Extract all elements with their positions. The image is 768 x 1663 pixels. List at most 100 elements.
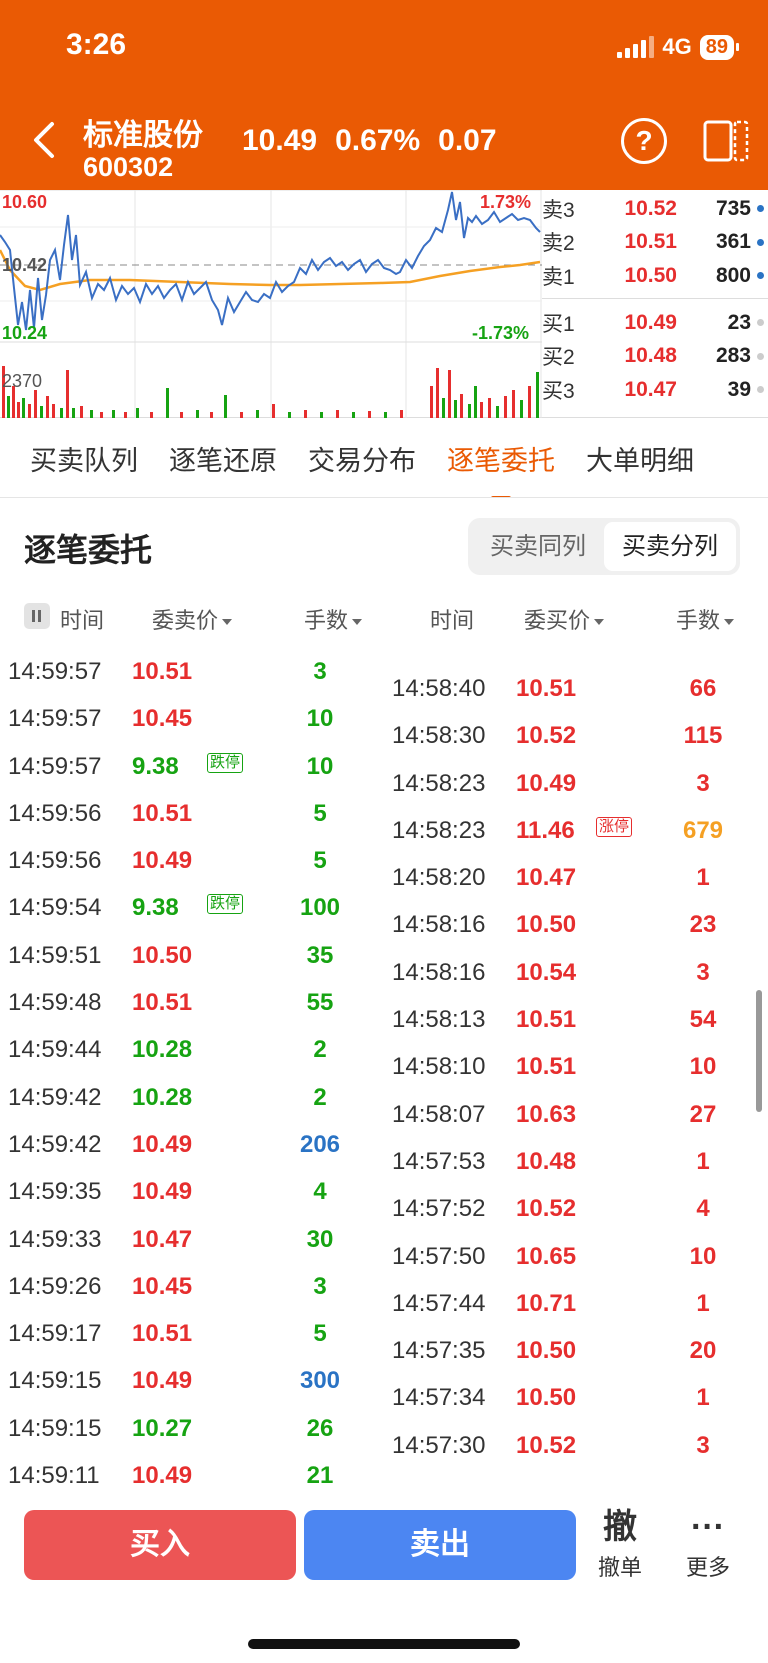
order-qty: 66 (689, 675, 717, 702)
order-row[interactable]: 14:59:54 9.38 跌停 100 (0, 884, 370, 931)
order-price: 10.51 (132, 658, 193, 685)
order-row[interactable]: 14:59:35 10.49 4 (0, 1168, 370, 1215)
ask-label: 卖3 (542, 198, 575, 222)
chart-low-pct: -1.73% (472, 323, 530, 343)
order-row[interactable]: 14:57:44 10.71 1 (388, 1280, 768, 1327)
buy-order-list[interactable]: 14:58:40 10.51 66 14:58:30 10.52 115 14:58:23 1… (388, 633, 768, 1494)
order-row[interactable]: 14:59:15 10.27 26 (0, 1405, 370, 1452)
order-time: 14:59:11 (8, 1462, 100, 1490)
help-icon[interactable]: ? (621, 118, 667, 164)
order-row[interactable]: 14:59:57 9.38 跌停 10 (0, 743, 370, 790)
tab-tick-orders[interactable]: 逐笔委托 (447, 439, 555, 497)
col-sell-qty-label: 手数 (304, 608, 349, 633)
tab-large-orders[interactable]: 大单明细 (586, 439, 694, 478)
sort-caret-icon (222, 619, 233, 626)
col-buy-price[interactable]: 委买价 (524, 603, 605, 635)
col-sell-price[interactable]: 委卖价 (152, 603, 233, 635)
order-row[interactable]: 14:57:35 10.50 20 (388, 1327, 768, 1374)
order-row[interactable]: 14:59:44 10.28 2 (0, 1026, 370, 1073)
network-type: 4G (662, 34, 692, 59)
bid-row: 买3 10.47 39 (542, 373, 768, 407)
tab-order-queue[interactable]: 买卖队列 (30, 439, 138, 478)
col-buy-qty[interactable]: 手数 (676, 603, 735, 635)
order-row[interactable]: 14:58:23 11.46 涨停 679 (388, 807, 768, 854)
order-row[interactable]: 14:59:15 10.49 300 (0, 1357, 370, 1404)
order-time: 14:59:56 (8, 799, 102, 827)
order-row[interactable]: 14:59:56 10.49 5 (0, 837, 370, 884)
order-row[interactable]: 14:57:52 10.52 4 (388, 1185, 768, 1232)
order-row[interactable]: 14:59:57 10.51 3 (0, 648, 370, 695)
order-row[interactable]: 14:59:48 10.51 55 (0, 979, 370, 1026)
order-row[interactable]: 14:59:33 10.47 30 (0, 1216, 370, 1263)
cancel-order-action[interactable]: 撤 撤单 (585, 1504, 655, 1582)
order-row[interactable]: 14:59:42 10.28 2 (0, 1074, 370, 1121)
order-book-divider (542, 298, 768, 299)
order-row[interactable]: 14:58:16 10.50 23 (388, 901, 768, 948)
order-qty: 4 (696, 1195, 710, 1223)
status-time: 3:26 (66, 28, 127, 61)
order-time: 14:59:17 (8, 1320, 102, 1348)
order-qty: 206 (299, 1130, 341, 1158)
order-time: 14:58:10 (392, 1053, 486, 1081)
order-row[interactable]: 14:58:20 10.47 1 (388, 854, 768, 901)
order-row[interactable]: 14:58:07 10.63 27 (388, 1091, 768, 1138)
sell-button[interactable]: 卖出 (304, 1510, 576, 1580)
buy-button[interactable]: 买入 (24, 1510, 296, 1580)
order-qty: 27 (689, 1100, 717, 1128)
sell-order-list[interactable]: 14:59:57 10.51 3 14:59:57 10.45 10 14:59:57 9.3… (0, 648, 370, 1494)
limit-flag-badge: 跌停 (207, 894, 244, 915)
order-row[interactable]: 14:58:23 10.49 3 (388, 760, 768, 807)
order-row[interactable]: 14:57:34 10.50 1 (388, 1374, 768, 1421)
order-price: 10.51 (516, 675, 577, 702)
order-row[interactable]: 14:59:42 10.49 206 (0, 1121, 370, 1168)
ask-row: 卖2 10.51 361 (542, 226, 768, 260)
order-row[interactable]: 14:57:30 10.52 3 (388, 1422, 768, 1469)
bid-qty: 23 (727, 310, 751, 334)
order-row[interactable]: 14:58:40 10.51 66 (388, 665, 768, 712)
order-qty: 1 (696, 1384, 710, 1412)
mode-combined-button[interactable]: 买卖同列 (472, 522, 604, 571)
order-time: 14:59:57 (8, 752, 102, 780)
ask-qty: 361 (715, 230, 751, 254)
order-row[interactable]: 14:59:17 10.51 5 (0, 1310, 370, 1357)
tab-trade-distribution[interactable]: 交易分布 (308, 439, 416, 478)
pause-icon[interactable] (24, 603, 50, 629)
order-time: 14:59:57 (8, 705, 102, 733)
more-label: 更多 (685, 1555, 730, 1580)
order-row[interactable]: 14:58:16 10.54 3 (388, 949, 768, 996)
order-row[interactable]: 14:59:56 10.51 5 (0, 790, 370, 837)
scrollbar[interactable] (756, 990, 762, 1112)
order-row[interactable]: 14:58:10 10.51 10 (388, 1043, 768, 1090)
tab-tick-restore[interactable]: 逐笔还原 (169, 439, 277, 478)
back-arrow-icon[interactable] (30, 120, 60, 160)
order-row[interactable]: 14:59:26 10.45 3 (0, 1263, 370, 1310)
order-row[interactable]: 14:59:11 10.49 21 (0, 1452, 370, 1494)
order-time: 14:59:33 (8, 1225, 102, 1253)
switch-screen-icon[interactable] (703, 118, 749, 164)
order-price: 10.71 (516, 1289, 577, 1317)
order-price: 10.50 (516, 1384, 577, 1412)
more-action[interactable]: ··· 更多 (673, 1504, 743, 1582)
order-row[interactable]: 14:57:53 10.48 1 (388, 1138, 768, 1185)
order-time: 14:57:52 (392, 1195, 486, 1223)
order-row[interactable]: 14:59:57 10.45 10 (0, 695, 370, 742)
order-row[interactable]: 14:58:13 10.51 54 (388, 996, 768, 1043)
order-row[interactable]: 14:57:50 10.65 10 (388, 1233, 768, 1280)
order-price: 10.27 (132, 1414, 193, 1442)
bid-qty: 39 (727, 377, 751, 401)
change-percent: 0.67% (335, 124, 421, 157)
order-price: 10.51 (132, 989, 193, 1017)
ask-price: 10.52 (624, 196, 677, 220)
order-time: 14:59:44 (8, 1036, 102, 1064)
order-qty: 10 (306, 705, 334, 733)
ask-qty: 800 (715, 263, 751, 287)
order-price: 10.63 (516, 1100, 577, 1128)
order-qty: 54 (689, 1006, 717, 1034)
mode-split-button[interactable]: 买卖分列 (604, 522, 736, 571)
order-row[interactable]: 14:59:51 10.50 35 (0, 932, 370, 979)
intraday-chart[interactable]: 10.60 10.42 10.24 1.73% -1.73% 2370 卖3 1… (0, 190, 768, 418)
order-row[interactable]: 14:58:30 10.52 115 (388, 712, 768, 759)
col-sell-qty[interactable]: 手数 (304, 603, 363, 635)
bid-label: 买2 (542, 346, 575, 370)
home-indicator (248, 1639, 520, 1649)
